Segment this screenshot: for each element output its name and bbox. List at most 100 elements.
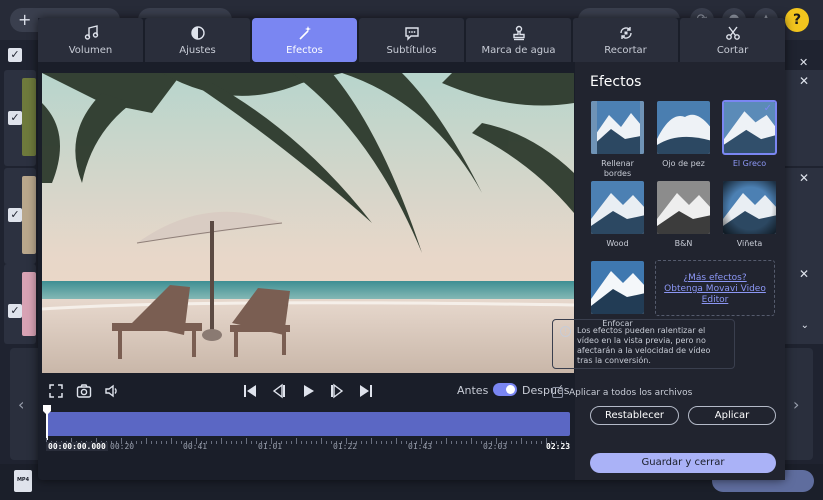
- tab-recortar[interactable]: Recortar: [573, 18, 678, 62]
- more-effects-link[interactable]: ¿Más efectos? Obtenga Movavi Video Edito…: [655, 260, 775, 316]
- current-time: 00:00:00.000: [46, 442, 108, 451]
- end-time: 02:23: [546, 442, 571, 451]
- timestamp: 01:01: [258, 442, 283, 451]
- previous-frame-icon[interactable]: [270, 382, 288, 400]
- select-all-checkbox[interactable]: ✓: [8, 48, 22, 62]
- tab-label: Recortar: [604, 44, 647, 56]
- ruler-tick: [161, 441, 162, 444]
- skip-to-end-icon[interactable]: [357, 382, 375, 400]
- skip-to-start-icon[interactable]: [241, 382, 259, 400]
- effect-wood[interactable]: Wood: [590, 180, 645, 249]
- effect-thumbnail: [590, 180, 645, 235]
- file-checkbox[interactable]: ✓: [8, 208, 22, 222]
- effect-bn[interactable]: B&N: [656, 180, 711, 249]
- tab-label: Efectos: [286, 44, 323, 56]
- close-icon[interactable]: ✕: [799, 56, 808, 69]
- effect-rellenar-bordes[interactable]: Rellenar bordes: [590, 100, 645, 179]
- ruler-tick: [331, 441, 332, 444]
- timeline-track[interactable]: [46, 412, 570, 436]
- ruler-tick: [361, 441, 362, 444]
- ruler-tick: [526, 441, 527, 444]
- ruler-tick: [146, 438, 147, 444]
- ruler-tick: [471, 438, 472, 444]
- effect-thumbnail: [590, 260, 645, 315]
- ruler-tick: [446, 438, 447, 444]
- scissors-icon: [725, 26, 740, 40]
- tab-efectos[interactable]: Efectos: [252, 18, 357, 62]
- tab-volumen[interactable]: Volumen: [38, 18, 143, 62]
- effect-ojo-de-pez[interactable]: Ojo de pez: [656, 100, 711, 169]
- file-checkbox[interactable]: ✓: [8, 111, 22, 125]
- ruler-tick: [176, 441, 177, 444]
- ruler-tick: [406, 441, 407, 444]
- ruler-tick: [316, 441, 317, 444]
- file-thumbnail: [22, 272, 36, 336]
- mp4-format-icon: MP4: [14, 470, 32, 492]
- close-icon[interactable]: ✕: [799, 171, 809, 185]
- ruler-tick: [231, 441, 232, 444]
- apply-all-option[interactable]: Aplicar a todos los archivos: [552, 387, 692, 398]
- tab-label: Cortar: [716, 44, 749, 56]
- save-and-close-button[interactable]: Guardar y cerrar: [590, 453, 776, 473]
- tab-marca-de-agua[interactable]: Marca de agua: [466, 18, 571, 62]
- volume-icon[interactable]: [103, 382, 121, 400]
- effect-el-greco[interactable]: ✓ El Greco: [722, 100, 777, 169]
- ruler-tick: [516, 441, 517, 444]
- chevron-left-icon[interactable]: ‹: [18, 395, 24, 414]
- timestamp: 01:43: [408, 442, 433, 451]
- apply-button[interactable]: Aplicar: [688, 406, 776, 425]
- ruler-tick: [246, 438, 247, 444]
- before-label: Antes: [457, 384, 489, 397]
- panel-title: Efectos: [590, 74, 642, 90]
- ruler-tick: [441, 441, 442, 444]
- ruler-tick: [371, 438, 372, 444]
- ruler-tick: [256, 441, 257, 444]
- ruler-tick: [366, 441, 367, 444]
- ruler-tick: [171, 438, 172, 444]
- chevron-down-icon[interactable]: ⌄: [801, 320, 809, 331]
- camera-icon[interactable]: [75, 382, 93, 400]
- effect-thumbnail: [590, 100, 645, 155]
- toggle-knob: [506, 385, 515, 394]
- play-icon[interactable]: [299, 382, 317, 400]
- ruler-tick: [296, 438, 297, 444]
- ruler-tick: [216, 441, 217, 444]
- chevron-right-icon[interactable]: ›: [793, 395, 799, 414]
- before-after-toggle[interactable]: [493, 383, 517, 396]
- effect-vineta[interactable]: Viñeta: [722, 180, 777, 249]
- ruler-tick: [376, 441, 377, 444]
- contrast-icon: [190, 25, 205, 40]
- close-icon[interactable]: ✕: [799, 74, 809, 88]
- apply-all-checkbox[interactable]: [552, 387, 563, 398]
- performance-notice: ! Los efectos pueden ralentizar el vídeo…: [552, 319, 735, 369]
- close-icon[interactable]: ✕: [799, 267, 809, 281]
- effect-label: Viñeta: [736, 239, 763, 248]
- ruler-tick: [401, 441, 402, 444]
- checkmark-icon: ✓: [763, 103, 772, 114]
- fullscreen-icon[interactable]: [47, 382, 65, 400]
- ruler-tick: [481, 441, 482, 444]
- notice-text: Los efectos pueden ralentizar el vídeo e…: [577, 326, 711, 365]
- next-frame-icon[interactable]: [328, 382, 346, 400]
- more-effects-line2: Obtenga Movavi Video Editor: [664, 284, 766, 305]
- effect-label: B&N: [674, 239, 693, 248]
- help-icon[interactable]: ?: [785, 8, 809, 32]
- ruler-tick: [456, 441, 457, 444]
- speech-bubble-icon: [404, 26, 419, 41]
- tab-ajustes[interactable]: Ajustes: [145, 18, 250, 62]
- reset-button[interactable]: Restablecer: [590, 406, 679, 425]
- ruler-tick: [396, 438, 397, 444]
- beach-scene-image: [42, 73, 574, 373]
- effect-label: El Greco: [732, 159, 767, 168]
- file-checkbox[interactable]: ✓: [8, 304, 22, 318]
- ruler-tick: [466, 441, 467, 444]
- ruler-tick: [511, 441, 512, 444]
- video-preview[interactable]: [42, 73, 574, 373]
- crop-rotate-icon: [619, 26, 632, 39]
- info-icon: !: [560, 326, 571, 337]
- ruler-tick: [141, 441, 142, 444]
- ruler-tick: [166, 441, 167, 444]
- tab-cortar[interactable]: Cortar: [680, 18, 785, 62]
- tab-subtitulos[interactable]: Subtítulos: [359, 18, 464, 62]
- editor-tabs: Volumen Ajustes Efectos Subtítulos Marca…: [38, 18, 785, 62]
